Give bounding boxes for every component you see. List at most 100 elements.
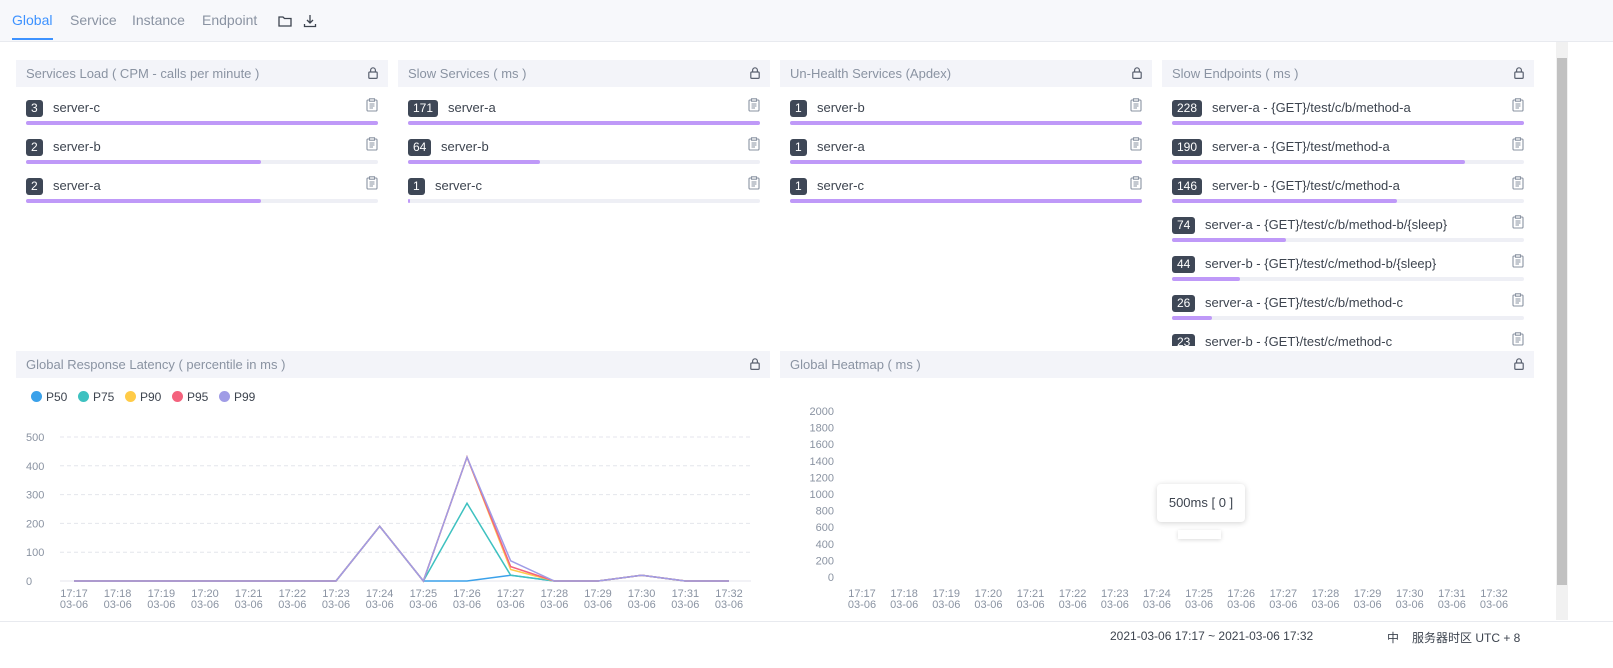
list-item[interactable]: 26 server-a - {GET}/test/c/b/method-c [1172, 291, 1524, 330]
list-item[interactable]: 3 server-c [26, 96, 378, 135]
progress-fill [1172, 199, 1398, 203]
y-tick-label: 1800 [810, 423, 834, 435]
clipboard-icon[interactable] [1130, 176, 1142, 190]
x-tick-label: 03-06 [1269, 599, 1297, 611]
folder-icon[interactable] [278, 14, 292, 28]
panel-title: Global Response Latency ( percentile in … [16, 351, 770, 378]
progress-track [26, 121, 378, 125]
clipboard-icon[interactable] [748, 98, 760, 112]
legend-item-p95[interactable]: P95 [172, 390, 208, 404]
x-tick-label: 03-06 [974, 599, 1002, 611]
list-item[interactable]: 23 server-b - {GET}/test/c/method-c [1172, 330, 1524, 346]
lock-icon[interactable] [1514, 67, 1524, 79]
list-item[interactable]: 1 server-b [790, 96, 1142, 135]
legend-label: P99 [234, 390, 256, 404]
item-label: server-a - {GET}/test/method-a [1212, 139, 1390, 154]
active-tab-indicator [12, 38, 53, 40]
timezone-label[interactable]: 服务器时区 UTC + 8 [1412, 629, 1520, 646]
x-tick-label: 03-06 [147, 599, 175, 611]
ranked-list: 228 server-a - {GET}/test/c/b/method-a 190… [1162, 96, 1534, 346]
x-tick-label: 03-06 [848, 599, 876, 611]
clipboard-icon[interactable] [1512, 215, 1524, 229]
tooltip-pointer [1178, 530, 1221, 539]
list-item[interactable]: 64 server-b [408, 135, 760, 174]
x-tick-label: 03-06 [453, 599, 481, 611]
item-label: server-a - {GET}/test/c/b/method-a [1212, 100, 1411, 115]
clipboard-icon[interactable] [748, 137, 760, 151]
download-icon[interactable] [303, 14, 317, 28]
lock-icon[interactable] [1132, 67, 1142, 79]
progress-track [1172, 277, 1524, 281]
item-label: server-a - {GET}/test/c/b/method-c [1205, 295, 1403, 310]
clipboard-icon[interactable] [1130, 98, 1142, 112]
progress-track [26, 199, 378, 203]
clipboard-icon[interactable] [1130, 137, 1142, 151]
list-item[interactable]: 2 server-a [26, 174, 378, 210]
list-item[interactable]: 1 server-a [790, 135, 1142, 174]
legend-swatch [31, 391, 42, 402]
progress-fill [26, 160, 261, 164]
item-label: server-b [53, 139, 101, 154]
lock-icon[interactable] [750, 358, 760, 370]
clipboard-icon[interactable] [366, 98, 378, 112]
x-tick-label: 03-06 [409, 599, 437, 611]
y-tick-label: 400 [816, 539, 834, 551]
list-item[interactable]: 171 server-a [408, 96, 760, 135]
list-item[interactable]: 44 server-b - {GET}/test/c/method-b/{slee… [1172, 252, 1524, 291]
value-badge: 2 [26, 139, 43, 156]
time-range[interactable]: 2021-03-06 17:17 ~ 2021-03-06 17:32 [1110, 629, 1313, 643]
list-item[interactable]: 190 server-a - {GET}/test/method-a [1172, 135, 1524, 174]
progress-fill [790, 160, 1142, 164]
x-tick-label: 03-06 [322, 599, 350, 611]
series-line-p75 [74, 501, 729, 583]
clipboard-icon[interactable] [748, 176, 760, 190]
x-tick-label: 03-06 [60, 599, 88, 611]
value-badge: 26 [1172, 295, 1196, 312]
lock-icon[interactable] [1514, 358, 1524, 370]
legend-swatch [125, 391, 136, 402]
y-tick-label: 200 [26, 518, 44, 530]
list-item[interactable]: 1 server-c [408, 174, 760, 210]
tab-instance[interactable]: Instance [132, 12, 185, 28]
x-tick-label: 03-06 [890, 599, 918, 611]
y-tick-label: 200 [816, 555, 834, 567]
clipboard-icon[interactable] [1512, 254, 1524, 268]
tab-service[interactable]: Service [70, 12, 117, 28]
value-badge: 1 [790, 139, 807, 156]
ranked-list: 171 server-a 64 server-b 1 server-c [398, 96, 770, 210]
clipboard-icon[interactable] [1512, 176, 1524, 190]
list-item[interactable]: 74 server-a - {GET}/test/c/b/method-b/{sl… [1172, 213, 1524, 252]
x-tick-label: 03-06 [932, 599, 960, 611]
clipboard-icon[interactable] [366, 176, 378, 190]
legend-label: P75 [93, 390, 115, 404]
list-item[interactable]: 228 server-a - {GET}/test/c/b/method-a [1172, 96, 1524, 135]
x-tick-label: 03-06 [1354, 599, 1382, 611]
language-toggle[interactable]: 中 [1387, 629, 1399, 646]
clipboard-icon[interactable] [1512, 293, 1524, 307]
progress-track [790, 199, 1142, 203]
legend-item-p90[interactable]: P90 [125, 390, 161, 404]
clipboard-icon[interactable] [366, 137, 378, 151]
list-item[interactable]: 2 server-b [26, 135, 378, 174]
value-badge: 146 [1172, 178, 1203, 195]
y-tick-label: 0 [26, 576, 32, 588]
scrollbar-thumb[interactable] [1557, 58, 1567, 585]
list-item[interactable]: 146 server-b - {GET}/test/c/method-a [1172, 174, 1524, 213]
legend-swatch [78, 391, 89, 402]
lock-icon[interactable] [750, 67, 760, 79]
lock-icon[interactable] [368, 67, 378, 79]
progress-fill [1172, 238, 1287, 242]
clipboard-icon[interactable] [1512, 98, 1524, 112]
clipboard-icon[interactable] [1512, 137, 1524, 151]
tab-global[interactable]: Global [12, 12, 52, 28]
legend-item-p75[interactable]: P75 [78, 390, 114, 404]
value-badge: 1 [790, 100, 807, 117]
legend-item-p50[interactable]: P50 [31, 390, 67, 404]
clipboard-icon[interactable] [1512, 332, 1524, 346]
x-tick-label: 03-06 [1396, 599, 1424, 611]
list-item[interactable]: 1 server-c [790, 174, 1142, 210]
legend-item-p99[interactable]: P99 [219, 390, 255, 404]
y-tick-label: 1200 [810, 472, 834, 484]
tab-endpoint[interactable]: Endpoint [202, 12, 257, 28]
progress-fill [408, 199, 411, 203]
